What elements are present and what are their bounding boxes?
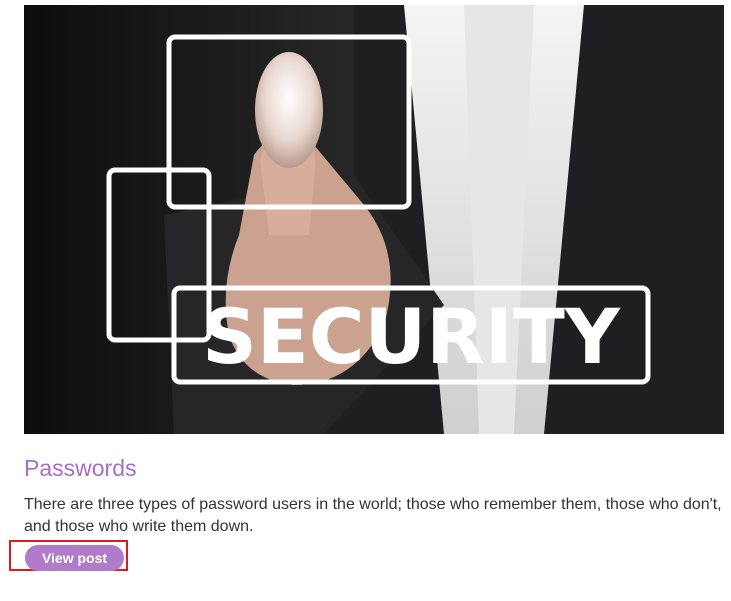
view-post-button[interactable]: View post [25, 545, 124, 571]
blog-post: SECURITY Passwords There are three types… [24, 5, 724, 535]
security-fingerprint-image: SECURITY [24, 5, 724, 434]
security-image-text: SECURITY [202, 292, 621, 381]
post-image-security: SECURITY [24, 5, 724, 434]
post-excerpt: There are three types of password users … [24, 496, 722, 535]
post-title[interactable]: Passwords [24, 455, 136, 482]
